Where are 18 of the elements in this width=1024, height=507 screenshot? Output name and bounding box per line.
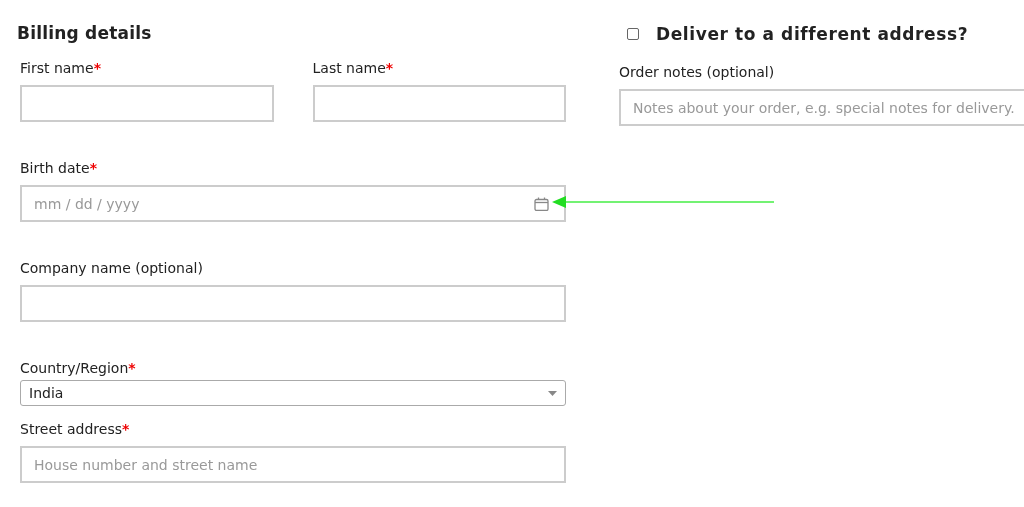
input-field[interactable] (20, 285, 566, 322)
calendar-icon[interactable] (534, 196, 549, 211)
field-label: Street address* (20, 420, 131, 439)
section-heading: Billing details (17, 22, 153, 45)
field-label: Company name (optional) (20, 259, 204, 278)
input-field[interactable] (20, 85, 274, 122)
field-label: First name* (20, 59, 102, 78)
caret-icon (548, 390, 557, 396)
field-label: Order notes (optional) (619, 63, 776, 82)
input-field[interactable]: House number and street name (20, 446, 566, 483)
country-dropdown[interactable]: India (20, 380, 566, 406)
section-heading: Deliver to a different address? (656, 23, 969, 46)
field-label: Last name* (312, 59, 395, 78)
field-label: Country/Region* (20, 359, 137, 378)
notes-field[interactable]: Notes about your order, e.g. special notes for delivery. (619, 89, 1024, 126)
input-field[interactable] (312, 85, 566, 122)
checkbox[interactable] (627, 28, 639, 40)
field-label: Birth date* (20, 159, 98, 178)
